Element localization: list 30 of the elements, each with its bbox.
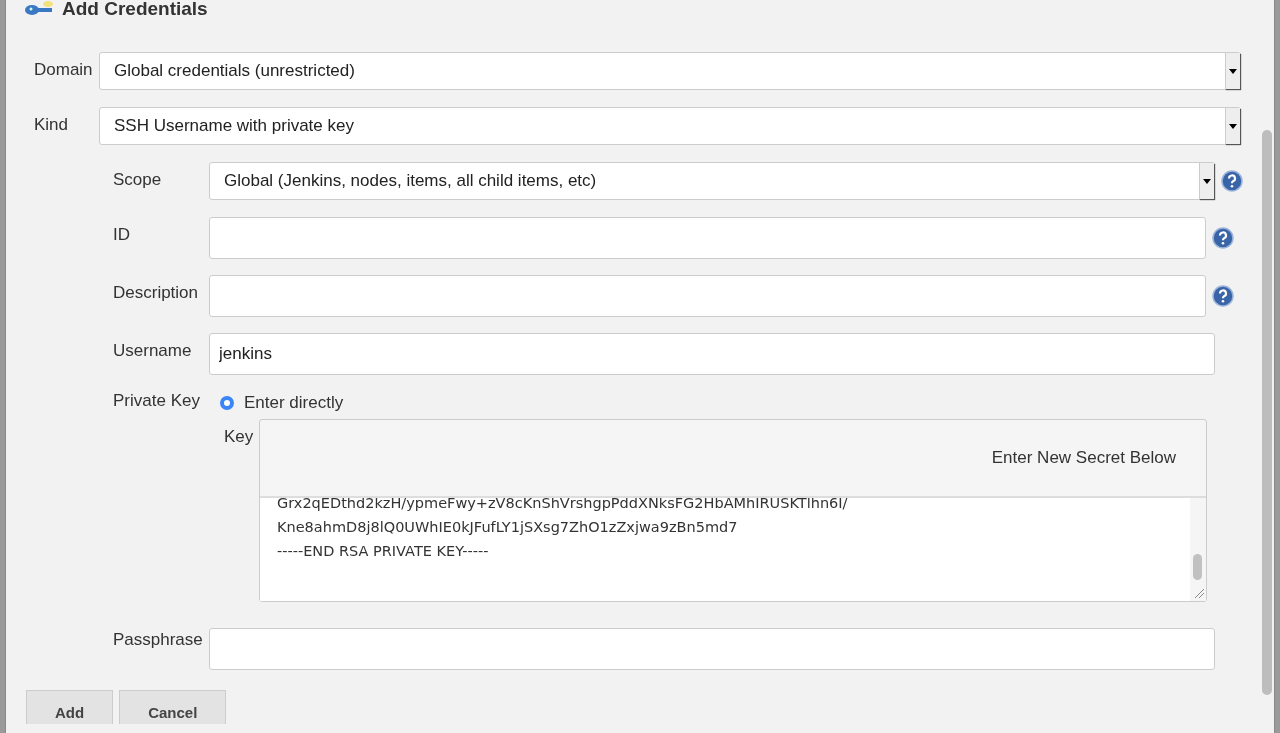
input-field[interactable] [209,275,1206,317]
caret-icon [1229,68,1237,74]
select-field[interactable]: SSH Username with private key [99,107,1241,145]
scrollbar[interactable] [1262,130,1272,695]
dialog-button[interactable]: Cancel [119,690,227,724]
key-icon [24,1,54,17]
dialog-button[interactable]: Add [26,690,114,724]
caret-icon [1203,178,1211,184]
field-label: Key [224,426,255,447]
banner-text: Enter New Secret Below [991,448,1176,468]
input-field[interactable] [209,628,1215,670]
field-label: Domain [34,59,94,80]
field-label: Username [113,340,193,361]
field-label: Scope [113,169,163,190]
field-label: Passphrase [113,629,204,650]
field-label: Description [113,282,200,303]
field-label: Kind [34,114,70,135]
field-label: Private Key [113,390,201,411]
field-label: ID [113,224,131,245]
help-icon[interactable] [1221,170,1243,192]
caret-icon [1229,123,1237,129]
radio-option[interactable]: Enter directly [220,387,344,413]
scrollbar-icon[interactable] [1190,498,1206,601]
select-field[interactable]: Global (Jenkins, nodes, items, all child items, etc) [209,162,1215,200]
input-field[interactable] [209,217,1206,259]
dialog-title: Add Credentials [62,0,208,20]
input-field[interactable]: jenkins [209,333,1215,375]
help-icon[interactable] [1212,227,1234,249]
select-field[interactable]: Global credentials (unrestricted) [99,52,1241,90]
help-icon[interactable] [1212,285,1234,307]
